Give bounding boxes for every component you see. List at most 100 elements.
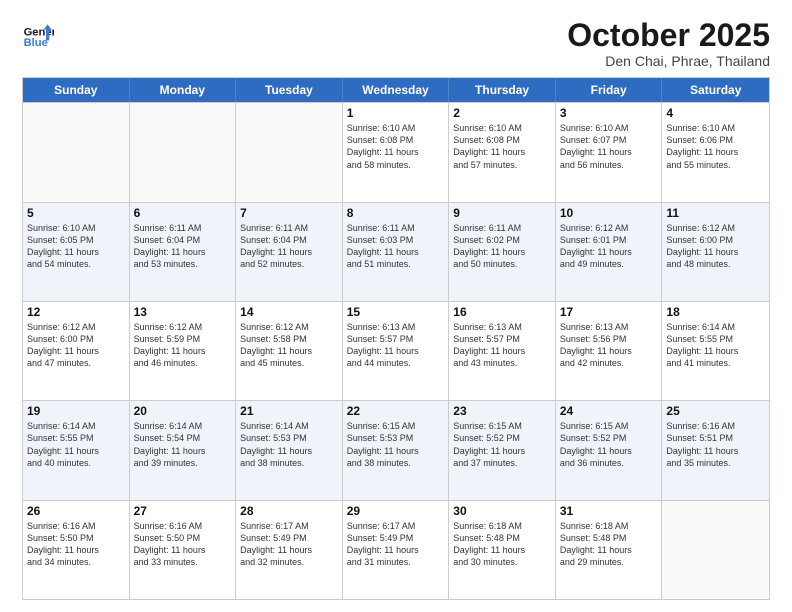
cell-line: Sunrise: 6:18 AM bbox=[453, 520, 551, 532]
cell-line: and 46 minutes. bbox=[134, 357, 232, 369]
cell-line: Sunset: 5:55 PM bbox=[666, 333, 765, 345]
cell-line: and 40 minutes. bbox=[27, 457, 125, 469]
cell-line: Sunset: 6:03 PM bbox=[347, 234, 445, 246]
calendar-cell: 24Sunrise: 6:15 AMSunset: 5:52 PMDayligh… bbox=[556, 401, 663, 499]
cell-line: Sunset: 5:50 PM bbox=[134, 532, 232, 544]
cell-line: Sunset: 6:00 PM bbox=[27, 333, 125, 345]
day-number: 25 bbox=[666, 404, 765, 418]
cell-line: Daylight: 11 hours bbox=[453, 246, 551, 258]
calendar-cell: 11Sunrise: 6:12 AMSunset: 6:00 PMDayligh… bbox=[662, 203, 769, 301]
cell-line: Daylight: 11 hours bbox=[666, 345, 765, 357]
cell-line: Sunset: 6:08 PM bbox=[453, 134, 551, 146]
calendar-cell: 19Sunrise: 6:14 AMSunset: 5:55 PMDayligh… bbox=[23, 401, 130, 499]
cell-line: Daylight: 11 hours bbox=[27, 345, 125, 357]
cell-line: Sunset: 6:04 PM bbox=[240, 234, 338, 246]
cell-line: and 35 minutes. bbox=[666, 457, 765, 469]
cell-line: and 45 minutes. bbox=[240, 357, 338, 369]
cell-line: Sunrise: 6:12 AM bbox=[560, 222, 658, 234]
calendar-cell bbox=[662, 501, 769, 599]
day-number: 28 bbox=[240, 504, 338, 518]
day-number: 5 bbox=[27, 206, 125, 220]
calendar-cell: 4Sunrise: 6:10 AMSunset: 6:06 PMDaylight… bbox=[662, 103, 769, 201]
cell-line: Daylight: 11 hours bbox=[27, 544, 125, 556]
weekday-header: Sunday bbox=[23, 78, 130, 102]
title-block: October 2025 Den Chai, Phrae, Thailand bbox=[567, 18, 770, 69]
cell-line: Daylight: 11 hours bbox=[453, 345, 551, 357]
cell-line: and 54 minutes. bbox=[27, 258, 125, 270]
cell-line: and 36 minutes. bbox=[560, 457, 658, 469]
calendar-cell: 16Sunrise: 6:13 AMSunset: 5:57 PMDayligh… bbox=[449, 302, 556, 400]
calendar-cell: 30 Sunrise: 6:18 AMSunset: 5:48 PMDayligh… bbox=[449, 501, 556, 599]
cell-line: and 55 minutes. bbox=[666, 159, 765, 171]
cell-line: and 29 minutes. bbox=[560, 556, 658, 568]
cell-line: Sunset: 5:59 PM bbox=[134, 333, 232, 345]
day-number: 30 bbox=[453, 504, 551, 518]
cell-line: and 37 minutes. bbox=[453, 457, 551, 469]
cell-line: and 38 minutes. bbox=[240, 457, 338, 469]
cell-line: Daylight: 11 hours bbox=[453, 544, 551, 556]
day-number: 24 bbox=[560, 404, 658, 418]
day-number: 18 bbox=[666, 305, 765, 319]
cell-line: Sunrise: 6:10 AM bbox=[27, 222, 125, 234]
cell-line: Sunrise: 6:10 AM bbox=[666, 122, 765, 134]
cell-line: Sunrise: 6:12 AM bbox=[134, 321, 232, 333]
cell-line: Sunrise: 6:11 AM bbox=[134, 222, 232, 234]
weekday-header: Monday bbox=[130, 78, 237, 102]
cell-line: Sunset: 6:02 PM bbox=[453, 234, 551, 246]
cell-line: Sunrise: 6:14 AM bbox=[27, 420, 125, 432]
cell-line: Sunset: 5:52 PM bbox=[453, 432, 551, 444]
cell-line: Sunrise: 6:13 AM bbox=[347, 321, 445, 333]
cell-line: and 38 minutes. bbox=[347, 457, 445, 469]
day-number: 17 bbox=[560, 305, 658, 319]
cell-line: Sunrise: 6:15 AM bbox=[347, 420, 445, 432]
cell-line: and 53 minutes. bbox=[134, 258, 232, 270]
cell-line: Daylight: 11 hours bbox=[666, 445, 765, 457]
cell-line: Daylight: 11 hours bbox=[240, 246, 338, 258]
cell-line: Sunset: 6:05 PM bbox=[27, 234, 125, 246]
cell-line: and 51 minutes. bbox=[347, 258, 445, 270]
calendar-row: 5 Sunrise: 6:10 AMSunset: 6:05 PM Daylight… bbox=[23, 202, 769, 301]
calendar-row: 26Sunrise: 6:16 AMSunset: 5:50 PMDayligh… bbox=[23, 500, 769, 599]
weekday-header: Tuesday bbox=[236, 78, 343, 102]
cell-line: Sunrise: 6:18 AM bbox=[560, 520, 658, 532]
day-number: 15 bbox=[347, 305, 445, 319]
cell-line: Sunrise: 6:12 AM bbox=[240, 321, 338, 333]
cell-line: Sunrise: 6:16 AM bbox=[666, 420, 765, 432]
cell-line: and 32 minutes. bbox=[240, 556, 338, 568]
calendar-cell: 12Sunrise: 6:12 AMSunset: 6:00 PMDayligh… bbox=[23, 302, 130, 400]
cell-line: Daylight: 11 hours bbox=[240, 445, 338, 457]
cell-line: Sunset: 5:48 PM bbox=[453, 532, 551, 544]
weekday-header: Wednesday bbox=[343, 78, 450, 102]
cell-line: Daylight: 11 hours bbox=[347, 345, 445, 357]
cell-line: Sunset: 6:08 PM bbox=[347, 134, 445, 146]
cell-line: Daylight: 11 hours bbox=[134, 445, 232, 457]
day-number: 22 bbox=[347, 404, 445, 418]
weekday-header: Friday bbox=[556, 78, 663, 102]
day-number: 29 bbox=[347, 504, 445, 518]
calendar-cell bbox=[236, 103, 343, 201]
calendar-cell: 1Sunrise: 6:10 AMSunset: 6:08 PMDaylight… bbox=[343, 103, 450, 201]
cell-line: Daylight: 11 hours bbox=[560, 246, 658, 258]
cell-line: Daylight: 11 hours bbox=[347, 445, 445, 457]
cell-line: and 44 minutes. bbox=[347, 357, 445, 369]
cell-line: Sunset: 6:04 PM bbox=[134, 234, 232, 246]
cell-line: Sunset: 6:07 PM bbox=[560, 134, 658, 146]
calendar-cell: 26Sunrise: 6:16 AMSunset: 5:50 PMDayligh… bbox=[23, 501, 130, 599]
cell-line: and 48 minutes. bbox=[666, 258, 765, 270]
cell-line: and 56 minutes. bbox=[560, 159, 658, 171]
cell-line: Sunrise: 6:10 AM bbox=[453, 122, 551, 134]
cell-line: Sunrise: 6:10 AM bbox=[560, 122, 658, 134]
logo: General Blue bbox=[22, 18, 54, 50]
day-number: 1 bbox=[347, 106, 445, 120]
cell-line: Sunset: 5:55 PM bbox=[27, 432, 125, 444]
day-number: 13 bbox=[134, 305, 232, 319]
cell-line: and 34 minutes. bbox=[27, 556, 125, 568]
cell-line: Daylight: 11 hours bbox=[240, 544, 338, 556]
calendar-cell: 2Sunrise: 6:10 AMSunset: 6:08 PMDaylight… bbox=[449, 103, 556, 201]
cell-line: Daylight: 11 hours bbox=[560, 146, 658, 158]
calendar-header: SundayMondayTuesdayWednesdayThursdayFrid… bbox=[23, 78, 769, 102]
calendar-cell: 5Sunrise: 6:10 AMSunset: 6:05 PMDaylight… bbox=[23, 203, 130, 301]
location: Den Chai, Phrae, Thailand bbox=[567, 53, 770, 69]
cell-line: Sunrise: 6:13 AM bbox=[560, 321, 658, 333]
cell-line: Daylight: 11 hours bbox=[560, 544, 658, 556]
